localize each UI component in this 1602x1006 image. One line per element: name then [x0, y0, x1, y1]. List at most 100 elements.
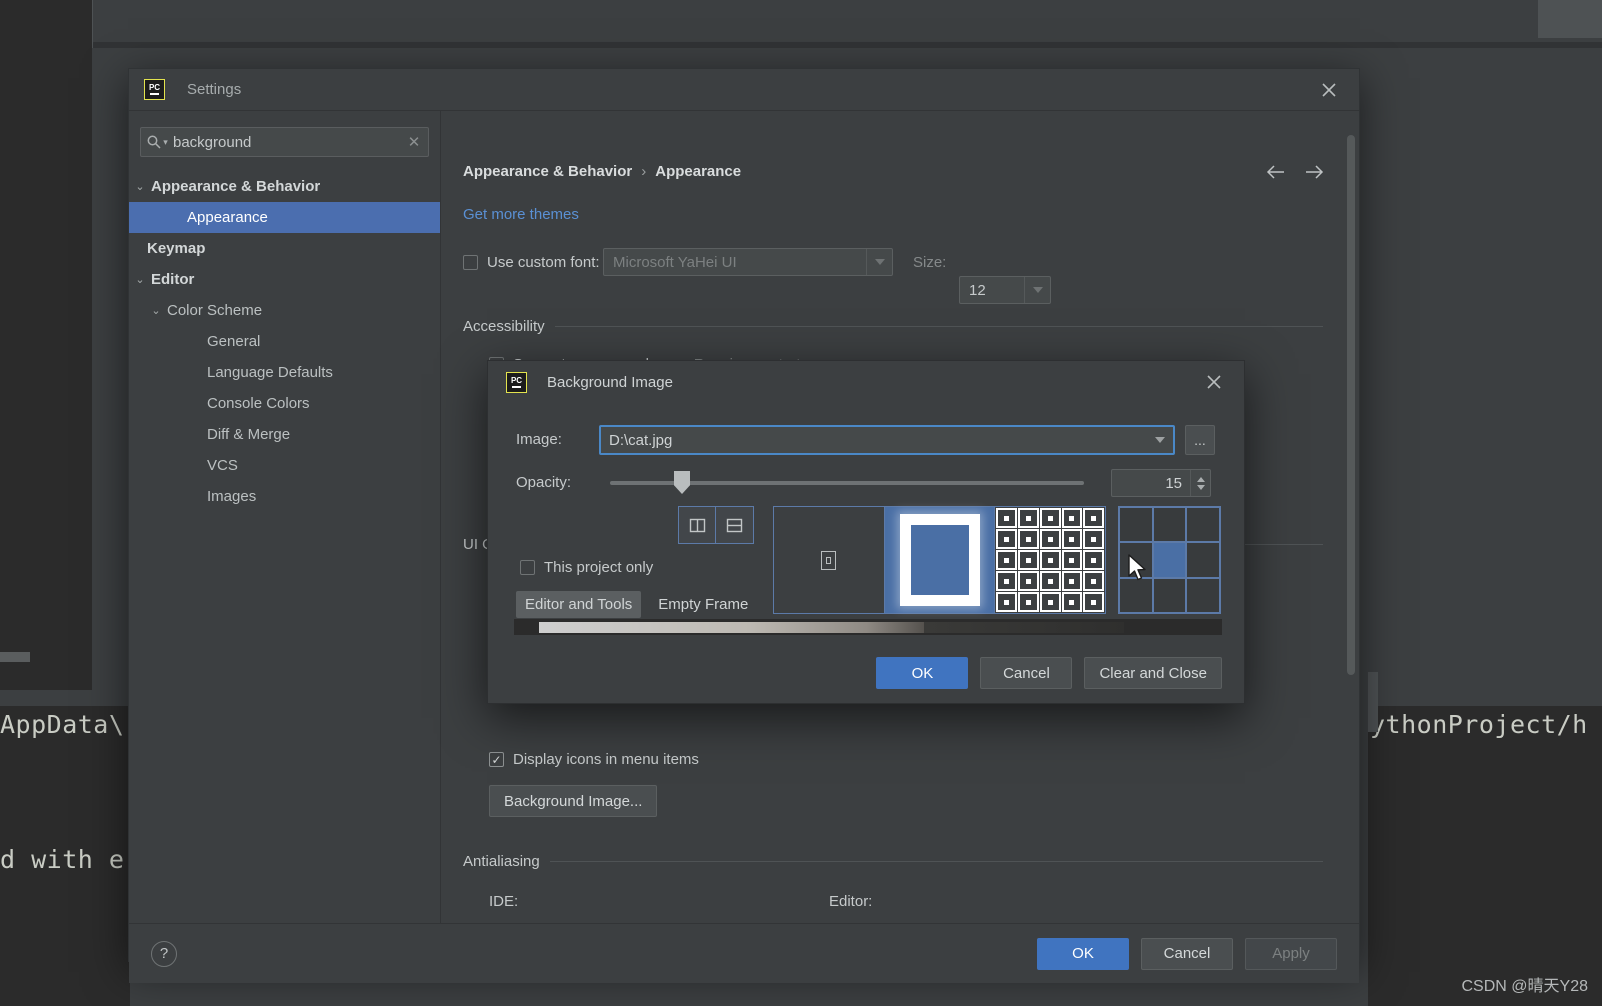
tile-placement[interactable] — [995, 507, 1106, 613]
settings-tree: ⌄ Appearance & Behavior Appearance Keymap ⌄ E… — [129, 171, 440, 512]
font-size-label: Size: — [913, 254, 947, 271]
bg-clear-and-close-button[interactable]: Clear and Close — [1084, 657, 1222, 689]
center-placement[interactable] — [774, 507, 885, 613]
csdn-watermark: CSDN @晴天Y28 — [1461, 978, 1589, 995]
opacity-value[interactable]: 15 — [1112, 475, 1190, 492]
sidebar-item-label: Editor — [151, 271, 195, 288]
anchor-bottom-center[interactable] — [1152, 577, 1187, 613]
ide-antialias-label-row: IDE: — [489, 893, 518, 910]
custom-font-value: Microsoft YaHei UI — [613, 253, 737, 271]
tile-unit — [1083, 550, 1105, 570]
sidebar-item-editor[interactable]: ⌄ Editor — [129, 264, 440, 295]
bg-ok-button[interactable]: OK — [876, 657, 969, 689]
chevron-down-icon[interactable] — [1147, 437, 1173, 443]
settings-apply-button[interactable]: Apply — [1245, 937, 1337, 970]
fill-mode-editor-and-tools[interactable]: Editor and Tools — [516, 591, 642, 618]
display-icons-checkbox[interactable]: ✓ — [489, 752, 504, 767]
this-project-only-checkbox[interactable] — [520, 560, 535, 575]
sidebar-item-general[interactable]: General — [129, 326, 440, 357]
sidebar-item-appearance[interactable]: Appearance — [129, 202, 440, 233]
settings-scrollbar[interactable] — [1347, 135, 1355, 895]
chevron-down-icon[interactable]: ⌄ — [129, 273, 151, 286]
tile-placement-icon — [995, 507, 1105, 613]
sidebar-item-language-defaults[interactable]: Language Defaults — [129, 357, 440, 388]
get-more-themes-link[interactable]: Get more themes — [463, 206, 579, 223]
arrow-left-icon[interactable] — [1265, 163, 1287, 183]
section-divider — [549, 861, 1323, 862]
search-field[interactable]: ▾ background ✕ — [140, 127, 429, 157]
sidebar-item-label: Keymap — [147, 240, 206, 257]
sidebar-item-keymap[interactable]: Keymap — [129, 233, 440, 264]
settings-cancel-button[interactable]: Cancel — [1141, 937, 1233, 970]
spinner-down-icon[interactable] — [1196, 484, 1205, 490]
image-path-value[interactable]: D:\cat.jpg — [601, 432, 1147, 449]
image-path-combo[interactable]: D:\cat.jpg — [599, 425, 1175, 455]
tile-unit — [1061, 508, 1083, 528]
chevron-down-icon[interactable]: ⌄ — [129, 180, 151, 193]
sidebar-item-vcs[interactable]: VCS — [129, 450, 440, 481]
anchor-middle-center[interactable] — [1152, 542, 1187, 578]
scale-placement[interactable] — [884, 507, 996, 613]
settings-footer: ? OK Cancel Apply — [129, 923, 1359, 983]
anchor-bottom-right[interactable] — [1186, 577, 1220, 613]
antialiasing-section-header: Antialiasing — [463, 853, 1323, 870]
arrow-right-icon[interactable] — [1303, 163, 1325, 183]
ide-code-line-dwith: d with e — [0, 845, 125, 874]
close-icon[interactable] — [1317, 78, 1341, 102]
chevron-down-icon[interactable] — [1024, 277, 1050, 303]
chevron-down-icon[interactable]: ⌄ — [145, 304, 167, 317]
sidebar-item-console-colors[interactable]: Console Colors — [129, 388, 440, 419]
editor-antialias-label: Editor: — [829, 893, 873, 910]
close-icon[interactable] — [1202, 370, 1226, 394]
fill-mode-group: Editor and Tools Empty Frame — [516, 591, 757, 618]
placement-options — [773, 506, 1106, 614]
sidebar-item-images[interactable]: Images — [129, 481, 440, 512]
background-image-titlebar: PC Background Image — [488, 361, 1244, 403]
bg-cancel-button[interactable]: Cancel — [980, 657, 1073, 689]
browse-button[interactable]: ... — [1185, 425, 1215, 455]
image-preview-strip — [514, 619, 1222, 635]
center-placement-icon — [821, 550, 837, 570]
sidebar-item-color-scheme[interactable]: ⌄ Color Scheme — [129, 295, 440, 326]
tile-unit — [1061, 529, 1083, 549]
use-custom-font-checkbox[interactable] — [463, 255, 478, 270]
settings-ok-button[interactable]: OK — [1037, 937, 1129, 970]
anchor-middle-right[interactable] — [1186, 542, 1220, 578]
pycharm-logo-bar — [512, 385, 521, 388]
search-input[interactable]: background — [173, 134, 400, 151]
tile-unit — [1018, 592, 1039, 612]
scale-placement-icon — [899, 514, 980, 606]
search-icon: ▾ — [141, 134, 173, 150]
sidebar-item-label: Appearance — [187, 209, 268, 226]
tile-unit — [1018, 550, 1039, 570]
opacity-slider-thumb[interactable] — [674, 471, 690, 494]
clear-icon[interactable]: ✕ — [400, 133, 428, 151]
sidebar-item-appearance-behavior[interactable]: ⌄ Appearance & Behavior — [129, 171, 440, 202]
background-image-button[interactable]: Background Image... — [489, 785, 658, 817]
use-custom-font-label: Use custom font: — [487, 254, 600, 271]
spinner-up-icon[interactable] — [1196, 476, 1205, 482]
help-icon[interactable]: ? — [151, 940, 177, 967]
font-size-combo[interactable]: 12 — [959, 276, 1051, 304]
breadcrumb-root[interactable]: Appearance & Behavior — [463, 163, 632, 180]
custom-font-combo[interactable]: Microsoft YaHei UI — [603, 248, 893, 276]
anchor-top-center[interactable] — [1152, 507, 1187, 543]
split-vertical-icon[interactable] — [678, 506, 716, 544]
use-custom-font-row: Use custom font: — [463, 254, 600, 271]
chevron-down-icon[interactable] — [866, 249, 892, 275]
tile-unit — [996, 508, 1018, 528]
fill-mode-empty-frame[interactable]: Empty Frame — [649, 591, 757, 618]
sidebar-item-diff-merge[interactable]: Diff & Merge — [129, 419, 440, 450]
tile-unit — [1083, 529, 1105, 549]
ide-scroll-chip[interactable] — [0, 652, 30, 662]
background-image-dialog-buttons: OK Cancel Clear and Close — [876, 657, 1222, 689]
scrollbar-thumb[interactable] — [1347, 135, 1355, 675]
opacity-spinner[interactable]: 15 — [1111, 469, 1211, 497]
pycharm-logo-bar — [150, 93, 159, 95]
spinner-buttons[interactable] — [1190, 470, 1210, 496]
sidebar-item-label: Language Defaults — [207, 364, 333, 381]
anchor-top-right[interactable] — [1186, 507, 1220, 543]
split-horizontal-icon[interactable] — [716, 506, 754, 544]
anchor-top-left[interactable] — [1119, 507, 1153, 543]
tile-unit — [1039, 550, 1061, 570]
